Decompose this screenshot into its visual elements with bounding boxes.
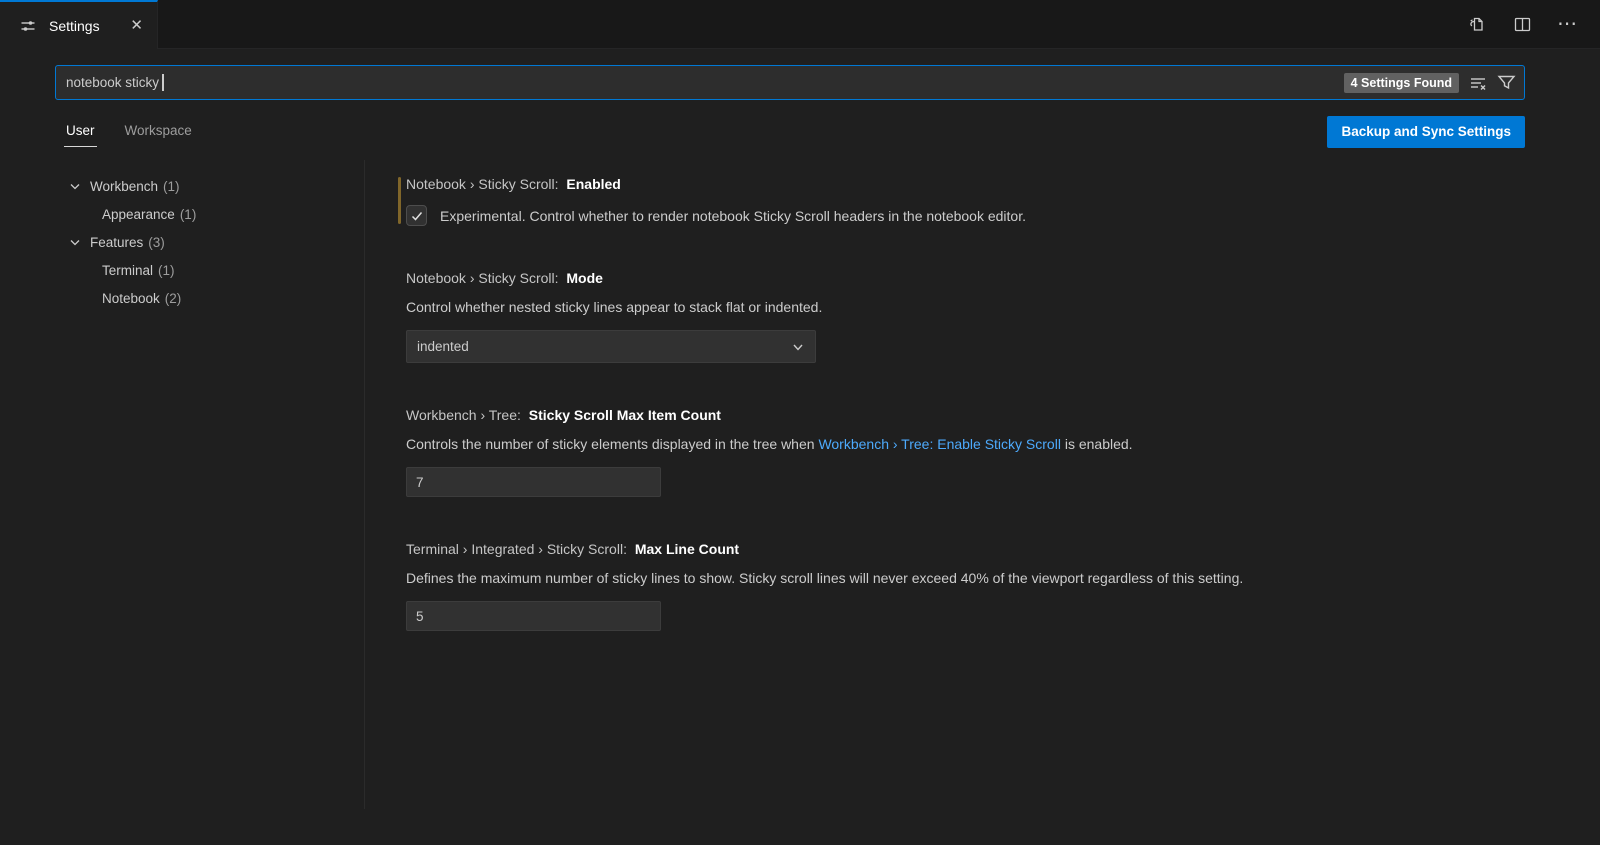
setting-link[interactable]: Workbench › Tree: Enable Sticky Scroll	[818, 436, 1061, 452]
tab-workspace[interactable]: Workspace	[123, 117, 194, 147]
text-cursor	[162, 74, 164, 91]
settings-header: User Workspace Backup and Sync Settings	[0, 113, 1600, 150]
settings-sliders-icon	[16, 14, 40, 38]
settings-toc: Workbench (1) Appearance (1) Features (3…	[55, 160, 365, 809]
setting-description: Experimental. Control whether to render …	[440, 208, 1026, 224]
setting-checkbox[interactable]	[406, 205, 427, 226]
setting-description: Defines the maximum number of sticky lin…	[406, 570, 1600, 586]
tab-label: Settings	[49, 18, 117, 34]
setting-title: Notebook › Sticky Scroll: Mode	[406, 270, 1600, 286]
setting-tree-sticky-scroll-max-item-count: Workbench › Tree: Sticky Scroll Max Item…	[406, 407, 1600, 497]
settings-content: Workbench (1) Appearance (1) Features (3…	[0, 160, 1600, 809]
scope-tabs: User Workspace	[55, 117, 194, 147]
toc-item-workbench[interactable]: Workbench (1)	[55, 172, 364, 200]
backup-sync-button[interactable]: Backup and Sync Settings	[1327, 116, 1525, 148]
chevron-down-icon	[791, 340, 805, 354]
mode-select-dropdown[interactable]: indented	[406, 330, 816, 363]
settings-list: Notebook › Sticky Scroll: Enabled Experi…	[365, 160, 1600, 809]
selected-option: indented	[417, 339, 469, 354]
tab-settings[interactable]: Settings ✕	[0, 0, 158, 49]
setting-notebook-sticky-scroll-enabled: Notebook › Sticky Scroll: Enabled Experi…	[406, 176, 1600, 226]
setting-terminal-sticky-scroll-max-line-count: Terminal › Integrated › Sticky Scroll: M…	[406, 541, 1600, 631]
setting-description: Control whether nested sticky lines appe…	[406, 299, 1600, 315]
tab-user[interactable]: User	[64, 117, 97, 147]
setting-title: Workbench › Tree: Sticky Scroll Max Item…	[406, 407, 1600, 423]
setting-title: Notebook › Sticky Scroll: Enabled	[406, 176, 1600, 192]
toc-item-notebook[interactable]: Notebook (2)	[55, 284, 364, 312]
setting-notebook-sticky-scroll-mode: Notebook › Sticky Scroll: Mode Control w…	[406, 270, 1600, 363]
close-icon[interactable]: ✕	[126, 16, 147, 35]
clear-search-icon[interactable]	[1469, 74, 1487, 92]
editor-tab-bar: Settings ✕ ⋯	[0, 0, 1600, 49]
toc-item-features[interactable]: Features (3)	[55, 228, 364, 256]
filter-icon[interactable]	[1497, 73, 1516, 92]
setting-title: Terminal › Integrated › Sticky Scroll: M…	[406, 541, 1600, 557]
chevron-down-icon	[68, 179, 84, 193]
search-row: notebook sticky 4 Settings Found	[0, 49, 1600, 100]
toc-item-appearance[interactable]: Appearance (1)	[55, 200, 364, 228]
search-value: notebook sticky	[66, 75, 159, 90]
setting-description: Controls the number of sticky elements d…	[406, 436, 1600, 452]
editor-actions: ⋯	[158, 0, 1600, 49]
more-actions-icon[interactable]: ⋯	[1556, 12, 1580, 36]
max-item-count-input[interactable]	[406, 467, 661, 497]
split-editor-icon[interactable]	[1510, 12, 1534, 36]
settings-search-input[interactable]: notebook sticky 4 Settings Found	[55, 65, 1525, 100]
max-line-count-input[interactable]	[406, 601, 661, 631]
results-count-badge: 4 Settings Found	[1344, 73, 1459, 93]
chevron-down-icon	[68, 235, 84, 249]
toc-item-terminal[interactable]: Terminal (1)	[55, 256, 364, 284]
open-settings-json-icon[interactable]	[1464, 12, 1488, 36]
